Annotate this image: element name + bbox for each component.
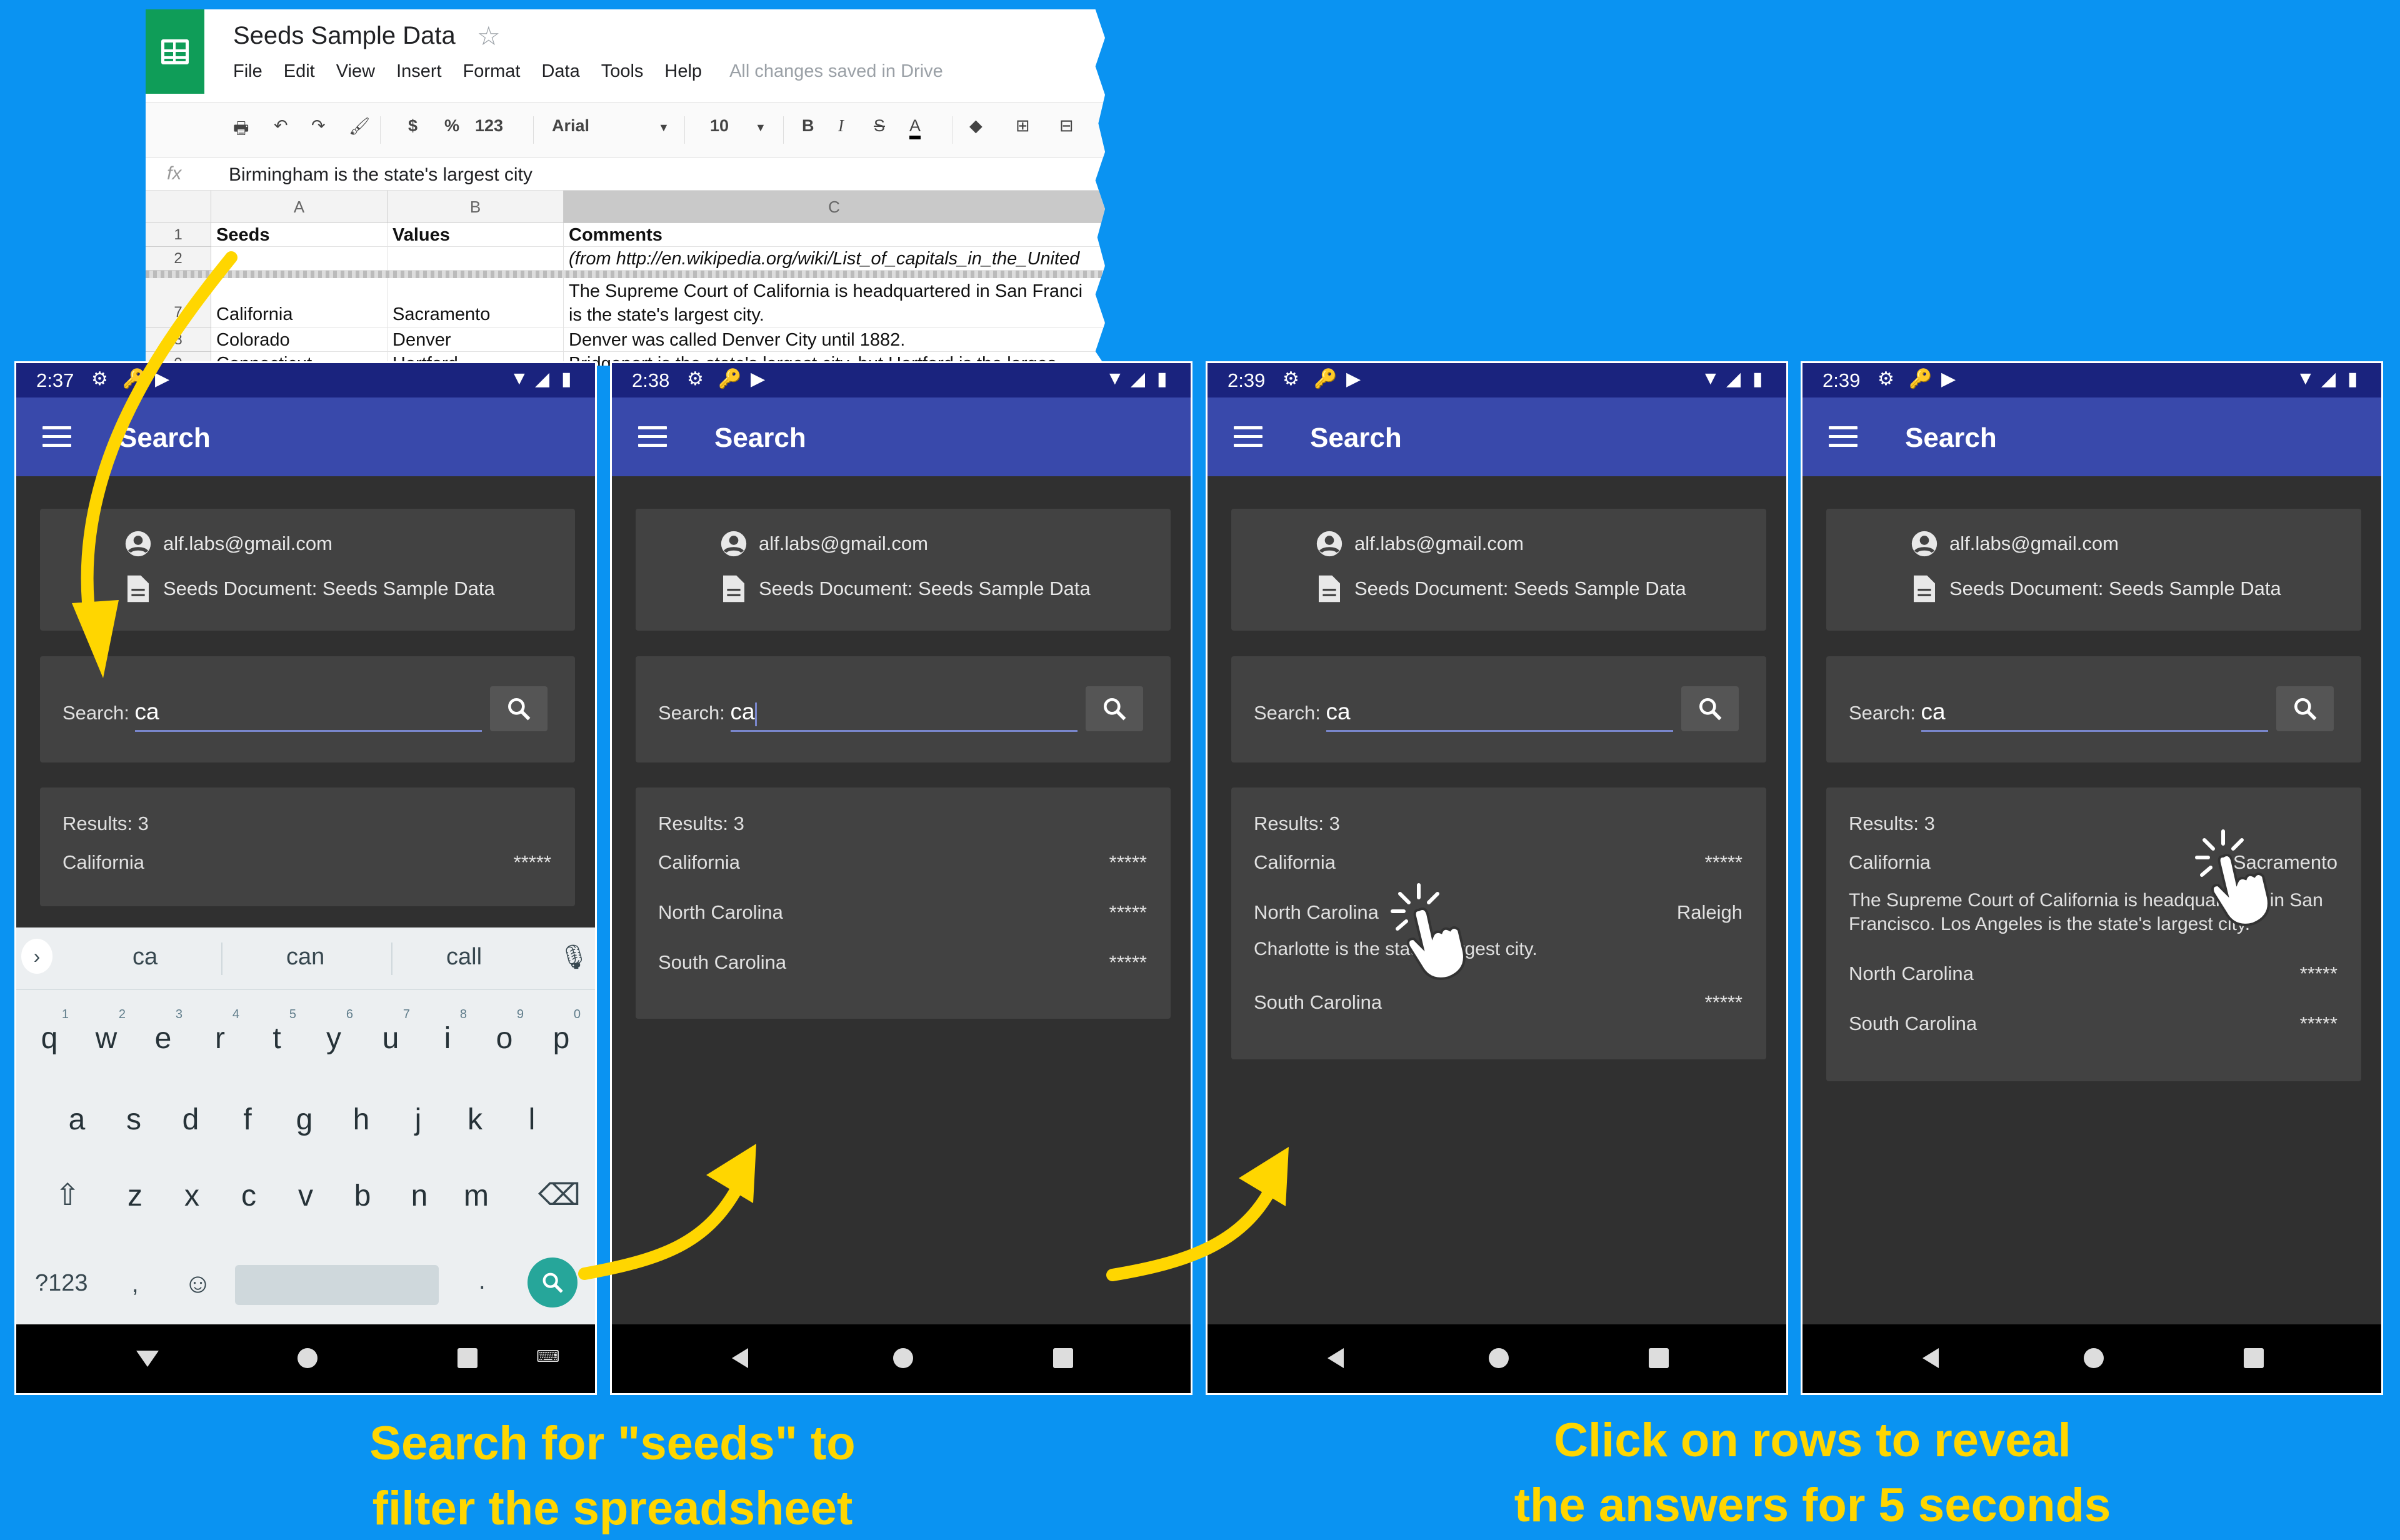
caption-right: Click on rows to reveal the answers for … bbox=[1456, 1408, 2169, 1538]
caption-left-line2: filter the spreadsheet bbox=[372, 1482, 853, 1535]
caption-left-line1: Search for "seeds" to bbox=[369, 1417, 856, 1470]
caption-right-line1: Click on rows to reveal bbox=[1554, 1414, 2071, 1467]
arrow-phone1-to-phone2 bbox=[578, 1181, 744, 1280]
arrow-phone2-to-phone3 bbox=[1106, 1184, 1276, 1281]
caption-right-line2: the answers for 5 seconds bbox=[1514, 1479, 2111, 1532]
arrowhead bbox=[72, 600, 119, 678]
arrows-overlay bbox=[72, 251, 1289, 1281]
caption-left: Search for "seeds" to filter the spreads… bbox=[300, 1411, 925, 1540]
arrow-sheet-to-phone1 bbox=[81, 251, 238, 631]
